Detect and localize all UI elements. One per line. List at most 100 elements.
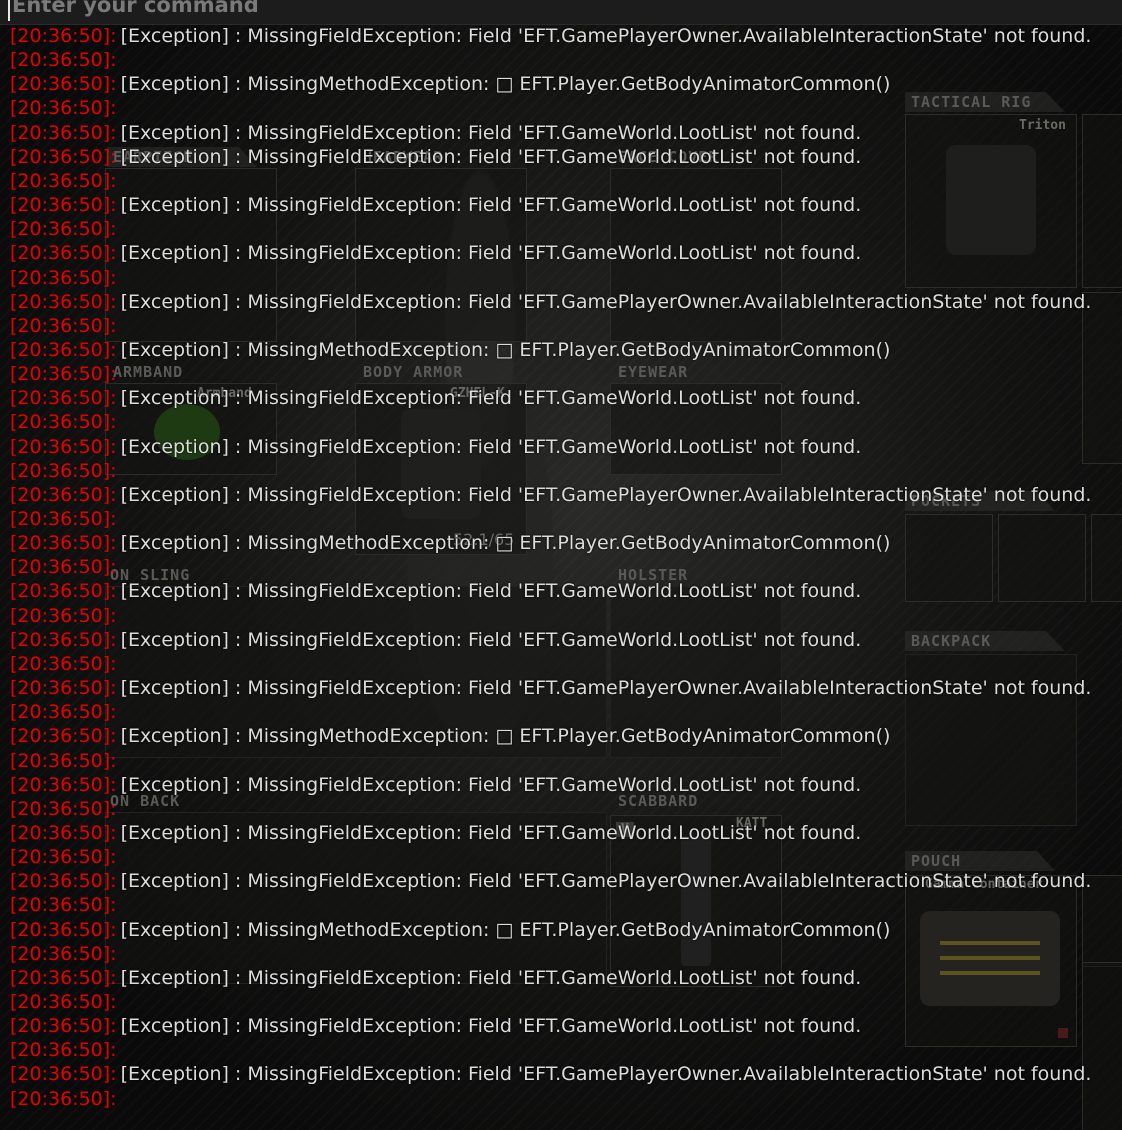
log-message: [Exception] : MissingMethodException: □ … [120,918,891,941]
log-message: [Exception] : MissingMethodException: □ … [120,532,891,555]
log-message: [Exception] : MissingFieldException: Fie… [120,1015,862,1038]
log-line: [20:36:50]: [Exception] : MissingFieldExc… [10,966,861,990]
log-line: [20:36:50]: [10,410,121,434]
log-timestamp: [20:36:50]: [10,290,117,313]
log-message: [Exception] : MissingFieldException: Fie… [120,435,862,458]
log-timestamp: [20:36:50]: [10,145,117,168]
log-line: [20:36:50]: [Exception] : MissingFieldExc… [10,1062,1091,1086]
log-line: [20:36:50]: [Exception] : MissingFieldExc… [10,435,861,459]
log-timestamp: [20:36:50]: [10,338,117,361]
log-line: [20:36:50]: [10,362,121,386]
log-line: [20:36:50]: [10,845,121,869]
log-line: [20:36:50]: [10,169,121,193]
log-line: [20:36:50]: [10,96,121,120]
log-timestamp: [20:36:50]: [10,435,117,458]
log-message: [Exception] : MissingFieldException: Fie… [120,483,1092,506]
log-message: [Exception] : MissingMethodException: □ … [120,73,891,96]
console-log[interactable]: [20:36:50]: [Exception] : MissingFieldExc… [0,24,1122,1130]
log-line: [20:36:50]: [10,266,121,290]
log-timestamp: [20:36:50]: [10,363,117,386]
log-timestamp: [20:36:50]: [10,1015,117,1038]
log-line: [20:36:50]: [Exception] : MissingFieldExc… [10,579,861,603]
log-message: [Exception] : MissingFieldException: Fie… [120,121,862,144]
log-timestamp: [20:36:50]: [10,580,117,603]
log-line: [20:36:50]: [10,893,121,917]
log-message: [Exception] : MissingFieldException: Fie… [120,25,1092,47]
log-timestamp: [20:36:50]: [10,942,117,965]
log-message: [Exception] : MissingFieldException: Fie… [120,966,862,989]
log-line: [20:36:50]: [10,749,121,773]
log-line: [20:36:50]: [Exception] : MissingMethodEx… [10,72,890,96]
log-line: [20:36:50]: [10,942,121,966]
log-line: [20:36:50]: [10,990,121,1014]
log-timestamp: [20:36:50]: [10,266,117,289]
log-timestamp: [20:36:50]: [10,1087,117,1110]
log-timestamp: [20:36:50]: [10,556,117,579]
log-line: [20:36:50]: [Exception] : MissingFieldExc… [10,241,861,265]
log-line: [20:36:50]: [Exception] : MissingMethodEx… [10,918,890,942]
log-message: [Exception] : MissingMethodException: □ … [120,338,891,361]
log-line: [20:36:50]: [Exception] : MissingMethodEx… [10,724,890,748]
log-line: [20:36:50]: [Exception] : MissingFieldExc… [10,773,861,797]
log-line: [20:36:50]: [Exception] : MissingFieldExc… [10,628,861,652]
log-message: [Exception] : MissingFieldException: Fie… [120,677,1092,700]
log-line: [20:36:50]: [Exception] : MissingMethodEx… [10,531,890,555]
log-line: [20:36:50]: [10,314,121,338]
log-timestamp: [20:36:50]: [10,991,117,1013]
log-line: [20:36:50]: [Exception] : MissingFieldExc… [10,1014,861,1038]
log-line: [20:36:50]: [10,217,121,241]
log-message: [Exception] : MissingFieldException: Fie… [120,773,862,796]
log-timestamp: [20:36:50]: [10,966,117,989]
log-message: [Exception] : MissingMethodException: □ … [120,725,891,748]
log-message: [Exception] : MissingFieldException: Fie… [120,628,862,651]
log-timestamp: [20:36:50]: [10,459,117,482]
log-timestamp: [20:36:50]: [10,97,117,120]
log-line: [20:36:50]: [10,1038,121,1062]
log-message: [Exception] : MissingFieldException: Fie… [120,580,862,603]
log-timestamp: [20:36:50]: [10,894,117,917]
log-timestamp: [20:36:50]: [10,701,117,724]
log-timestamp: [20:36:50]: [10,1039,117,1062]
command-bar [0,0,1122,25]
log-line: [20:36:50]: [Exception] : MissingFieldExc… [10,483,1091,507]
log-timestamp: [20:36:50]: [10,411,117,434]
log-timestamp: [20:36:50]: [10,918,117,941]
log-line: [20:36:50]: [Exception] : MissingFieldExc… [10,193,861,217]
log-timestamp: [20:36:50]: [10,604,117,627]
log-timestamp: [20:36:50]: [10,314,117,337]
log-message: [Exception] : MissingFieldException: Fie… [120,242,862,265]
log-timestamp: [20:36:50]: [10,797,117,820]
log-timestamp: [20:36:50]: [10,169,117,192]
log-timestamp: [20:36:50]: [10,121,117,144]
log-timestamp: [20:36:50]: [10,194,117,217]
log-line: [20:36:50]: [Exception] : MissingFieldExc… [10,24,1091,48]
log-line: [20:36:50]: [10,797,121,821]
log-timestamp: [20:36:50]: [10,725,117,748]
log-timestamp: [20:36:50]: [10,773,117,796]
log-timestamp: [20:36:50]: [10,749,117,772]
log-timestamp: [20:36:50]: [10,218,117,241]
log-timestamp: [20:36:50]: [10,483,117,506]
log-timestamp: [20:36:50]: [10,652,117,675]
log-message: [Exception] : MissingFieldException: Fie… [120,145,862,168]
log-message: [Exception] : MissingFieldException: Fie… [120,194,862,217]
log-message: [Exception] : MissingFieldException: Fie… [120,387,862,410]
log-timestamp: [20:36:50]: [10,821,117,844]
log-timestamp: [20:36:50]: [10,628,117,651]
log-timestamp: [20:36:50]: [10,508,117,530]
log-line: [20:36:50]: [Exception] : MissingFieldExc… [10,290,1091,314]
log-line: [20:36:50]: [10,652,121,676]
log-line: [20:36:50]: [10,555,121,579]
log-line: [20:36:50]: [Exception] : MissingMethodEx… [10,338,890,362]
log-line: [20:36:50]: [10,48,121,72]
command-input[interactable] [8,0,1112,21]
log-timestamp: [20:36:50]: [10,677,117,700]
log-timestamp: [20:36:50]: [10,73,117,96]
log-timestamp: [20:36:50]: [10,387,117,410]
log-line: [20:36:50]: [Exception] : MissingFieldExc… [10,121,861,145]
log-message: [Exception] : MissingFieldException: Fie… [120,821,862,844]
log-timestamp: [20:36:50]: [10,1063,117,1086]
log-line: [20:36:50]: [10,700,121,724]
log-line: [20:36:50]: [Exception] : MissingFieldExc… [10,821,861,845]
log-line: [20:36:50]: [Exception] : MissingFieldExc… [10,676,1091,700]
